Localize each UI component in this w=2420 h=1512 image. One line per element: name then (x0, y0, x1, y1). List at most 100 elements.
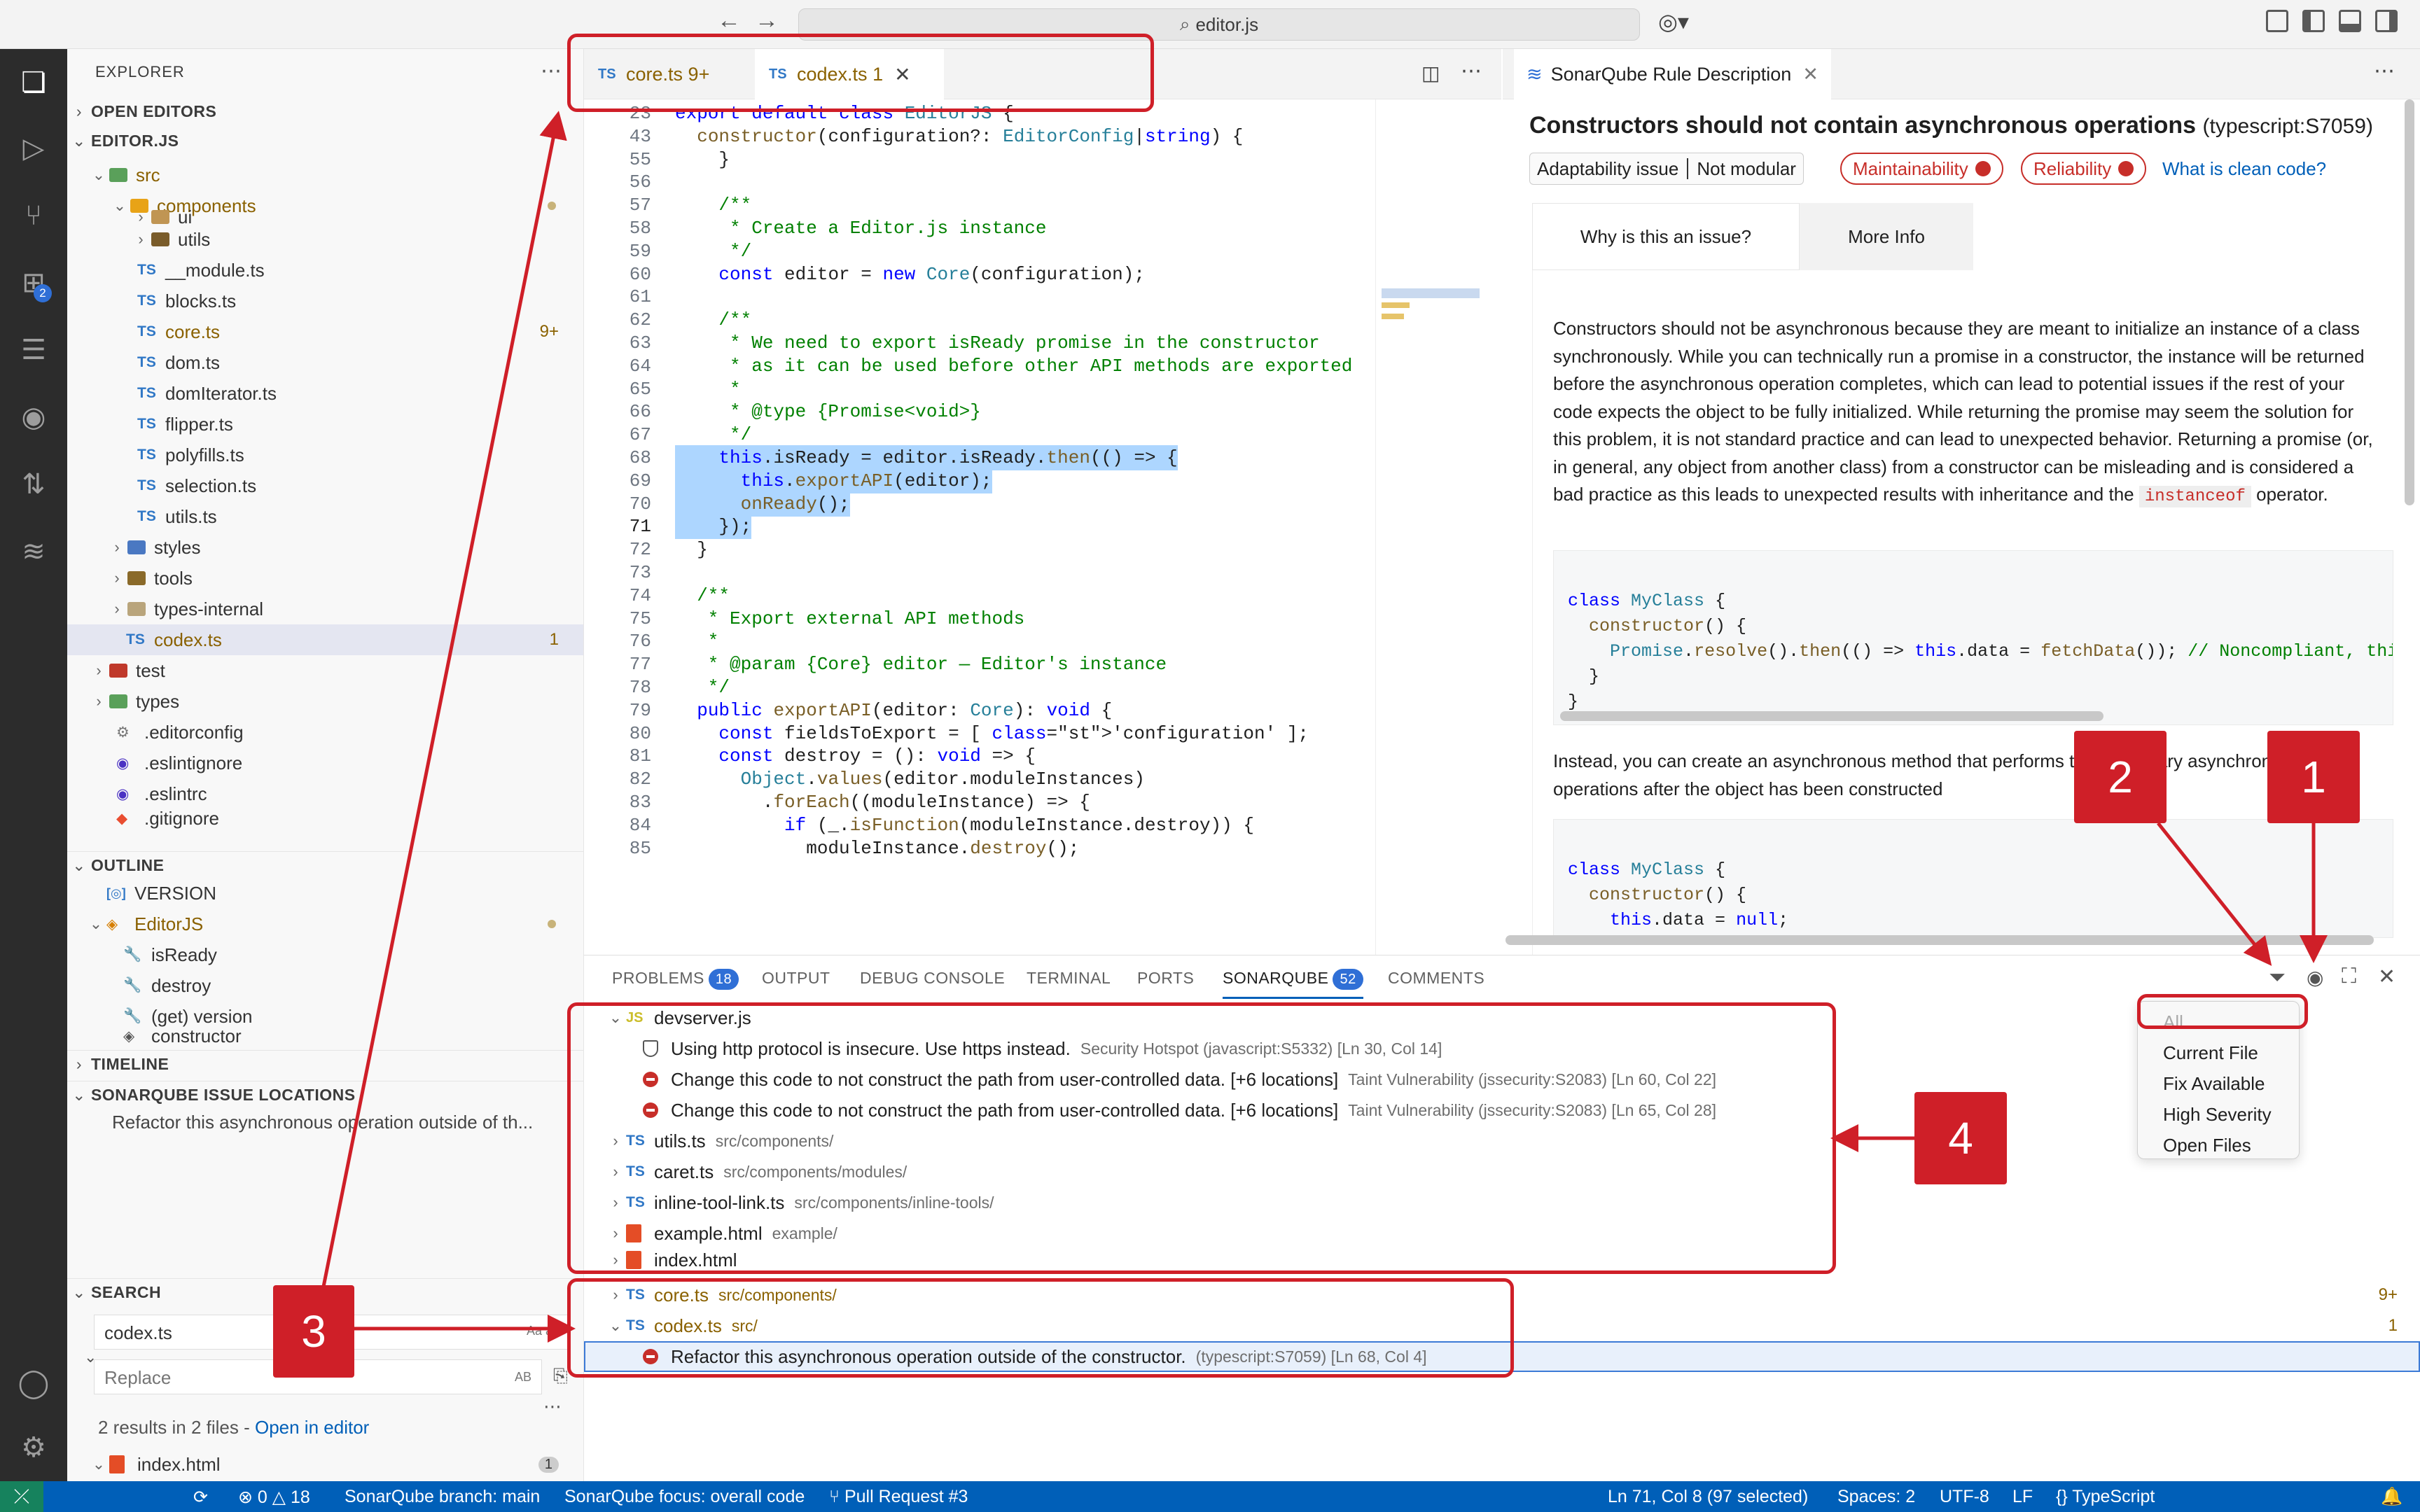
panel-tab-comments[interactable]: COMMENTS (1388, 969, 1484, 988)
maximize-panel-icon[interactable]: ⛶ (2342, 965, 2356, 988)
sonarqube-icon[interactable]: ≋ (15, 533, 52, 570)
tree-item-core-ts[interactable]: TS core.ts 9+ (67, 316, 583, 347)
filter-option-current-file[interactable]: Current File (2163, 1042, 2258, 1064)
code-line[interactable]: 84 if (_.isFunction(moduleInstance.destr… (584, 813, 1375, 838)
code-line[interactable]: 59 */ (584, 239, 1375, 264)
cursor-position[interactable]: Ln 71, Col 8 (97 selected) (1608, 1487, 1808, 1507)
code-line[interactable]: 58 * Create a Editor.js instance (584, 216, 1375, 241)
code-line[interactable]: 67 */ (584, 422, 1375, 447)
account-icon[interactable]: ◯ (15, 1365, 52, 1401)
forward-arrow-icon[interactable]: → (755, 7, 779, 34)
panel-tab-terminal[interactable]: TERMINAL (1027, 969, 1111, 988)
search-result-index-html[interactable]: ⌄ index.html 1 (67, 1449, 583, 1480)
code-line[interactable]: 72 } (584, 537, 1375, 562)
outline-section[interactable]: ⌄ OUTLINE (67, 851, 583, 875)
tree-item-ui[interactable]: › ui (67, 209, 583, 225)
layout-customize-icon[interactable] (2266, 10, 2288, 32)
match-case-icon[interactable]: Aa ab (527, 1324, 559, 1338)
code-line[interactable]: 61 (584, 284, 1375, 309)
run-debug-icon[interactable]: ▷ (15, 130, 52, 167)
settings-gear-icon[interactable]: ⚙ (15, 1429, 52, 1466)
open-in-editor-link[interactable]: Open in editor (255, 1417, 369, 1438)
tree-item-styles[interactable]: › styles (67, 532, 583, 563)
tree-item-gitignore[interactable]: ◆ .gitignore (67, 808, 583, 829)
indentation[interactable]: Spaces: 2 (1837, 1487, 1915, 1507)
filter-option-high-severity[interactable]: High Severity (2163, 1104, 2272, 1126)
tree-item-utils-folder[interactable]: › utils (67, 224, 583, 255)
pull-request-icon[interactable]: ⇅ (15, 466, 52, 503)
tree-item-domiterator-ts[interactable]: TS domIterator.ts (67, 378, 583, 409)
more-actions-icon[interactable]: ⋯ (541, 59, 562, 83)
tree-item-eslintrc[interactable]: ◉ .eslintrc (67, 778, 583, 809)
rule-h-scrollbar[interactable] (1505, 935, 2374, 945)
toggle-secondary-sidebar-icon[interactable] (2375, 10, 2398, 32)
tree-item-utils-ts[interactable]: TS utils.ts (67, 501, 583, 532)
explorer-icon[interactable]: ❏ (15, 64, 52, 101)
code-line[interactable]: 85 moduleInstance.destroy(); (584, 836, 1375, 861)
open-editors-section[interactable]: › OPEN EDITORS (67, 102, 583, 121)
issue-locations-section[interactable]: ⌄ SONARQUBE ISSUE LOCATIONS (67, 1081, 583, 1105)
outline-icon[interactable]: ☰ (15, 332, 52, 368)
code-line[interactable]: 80 const fieldsToExport = [ class="st">'… (584, 721, 1375, 746)
tree-item-editorconfig[interactable]: ⚙ .editorconfig (67, 717, 583, 748)
github-icon[interactable]: ◉ (15, 399, 52, 435)
remote-icon[interactable]: ⤫ (0, 1481, 43, 1512)
pull-request-status[interactable]: ⑂ Pull Request #3 (829, 1487, 968, 1507)
tree-item-selection-ts[interactable]: TS selection.ts (67, 470, 583, 501)
outline-item-destroy[interactable]: 🔧 destroy (67, 970, 583, 1001)
editor-more-icon[interactable]: ⋯ (1461, 59, 1482, 83)
code-line[interactable]: 64 * as it can be used before other API … (584, 354, 1375, 379)
issue-location-text[interactable]: Refactor this asynchronous operation out… (112, 1112, 533, 1133)
tab-why-issue[interactable]: Why is this an issue? (1532, 203, 1800, 270)
code-line[interactable]: 62 /** (584, 307, 1375, 332)
outline-item-constructor[interactable]: ◈ constructor (67, 1029, 583, 1043)
tree-item-flipper-ts[interactable]: TS flipper.ts (67, 409, 583, 440)
panel-tab-ports[interactable]: PORTS (1137, 969, 1194, 988)
close-panel-icon[interactable]: ✕ (2378, 965, 2395, 989)
code-line[interactable]: 74 /** (584, 583, 1375, 608)
tree-item-blocks-ts[interactable]: TS blocks.ts (67, 286, 583, 316)
code-line[interactable]: 43 constructor(configuration?: EditorCon… (584, 124, 1375, 149)
tree-item-polyfills-ts[interactable]: TS polyfills.ts (67, 440, 583, 470)
sonarqube-branch[interactable]: SonarQube branch: main (345, 1487, 540, 1507)
code-line[interactable]: 69 this.exportAPI(editor); (584, 468, 1375, 493)
problems-status[interactable]: ⊗ 0 △ 18 (238, 1487, 310, 1508)
source-control-icon[interactable]: ⑂ (15, 197, 52, 234)
code-line[interactable]: 77 * @param {Core} editor — Editor's ins… (584, 652, 1375, 677)
tree-item-src[interactable]: ⌄ src (67, 160, 583, 190)
code-scrollbar[interactable] (1560, 711, 2103, 721)
code-line[interactable]: 79 public exportAPI(editor: Core): void … (584, 698, 1375, 723)
filter-icon[interactable]: ⏷ (2269, 966, 2286, 990)
preserve-case-icon[interactable]: AB (515, 1370, 531, 1385)
tab-more-info[interactable]: More Info (1800, 203, 1973, 270)
panel-tab-output[interactable]: OUTPUT (762, 969, 830, 988)
replace-all-icon[interactable]: ⎘ (553, 1365, 568, 1387)
tree-item-types[interactable]: › types (67, 686, 583, 717)
tree-item-dom-ts[interactable]: TS dom.ts (67, 347, 583, 378)
rule-v-scrollbar[interactable] (2405, 99, 2414, 505)
outline-item-isready[interactable]: 🔧 isReady (67, 939, 583, 970)
toggle-panel-icon[interactable] (2339, 10, 2361, 32)
copilot-icon[interactable]: ◎▾ (1658, 8, 1689, 35)
code-editor[interactable]: 23 export default class EditorJS {43 cons… (584, 99, 1375, 955)
sonarqube-focus[interactable]: SonarQube focus: overall code (564, 1487, 805, 1507)
eye-icon[interactable]: ◉ (2307, 966, 2323, 989)
code-line[interactable]: 82 Object.values(editor.moduleInstances) (584, 766, 1375, 792)
line-endings[interactable]: LF (2012, 1487, 2033, 1507)
code-line[interactable]: 81 const destroy = (): void => { (584, 743, 1375, 769)
code-line[interactable]: 60 const editor = new Core(configuration… (584, 262, 1375, 287)
code-line[interactable]: 56 (584, 169, 1375, 195)
tree-item-types-internal[interactable]: › types-internal (67, 594, 583, 624)
rule-more-icon[interactable]: ⋯ (2374, 59, 2395, 83)
search-more-icon[interactable]: ⋯ (543, 1396, 562, 1418)
filter-option-open-files[interactable]: Open Files (2163, 1135, 2251, 1156)
split-editor-icon[interactable]: ◫ (1421, 62, 1440, 85)
code-line[interactable]: 57 /** (584, 192, 1375, 218)
panel-tab-problems[interactable]: PROBLEMS 18 (612, 969, 739, 990)
code-line[interactable]: 71 }); (584, 514, 1375, 540)
tree-item-test[interactable]: › test (67, 655, 583, 686)
tree-item-codex-ts[interactable]: TS codex.ts 1 (67, 624, 583, 655)
code-line[interactable]: 83 .forEach((moduleInstance) => { (584, 790, 1375, 815)
tree-item-tools[interactable]: › tools (67, 563, 583, 594)
back-arrow-icon[interactable]: ← (717, 7, 741, 34)
